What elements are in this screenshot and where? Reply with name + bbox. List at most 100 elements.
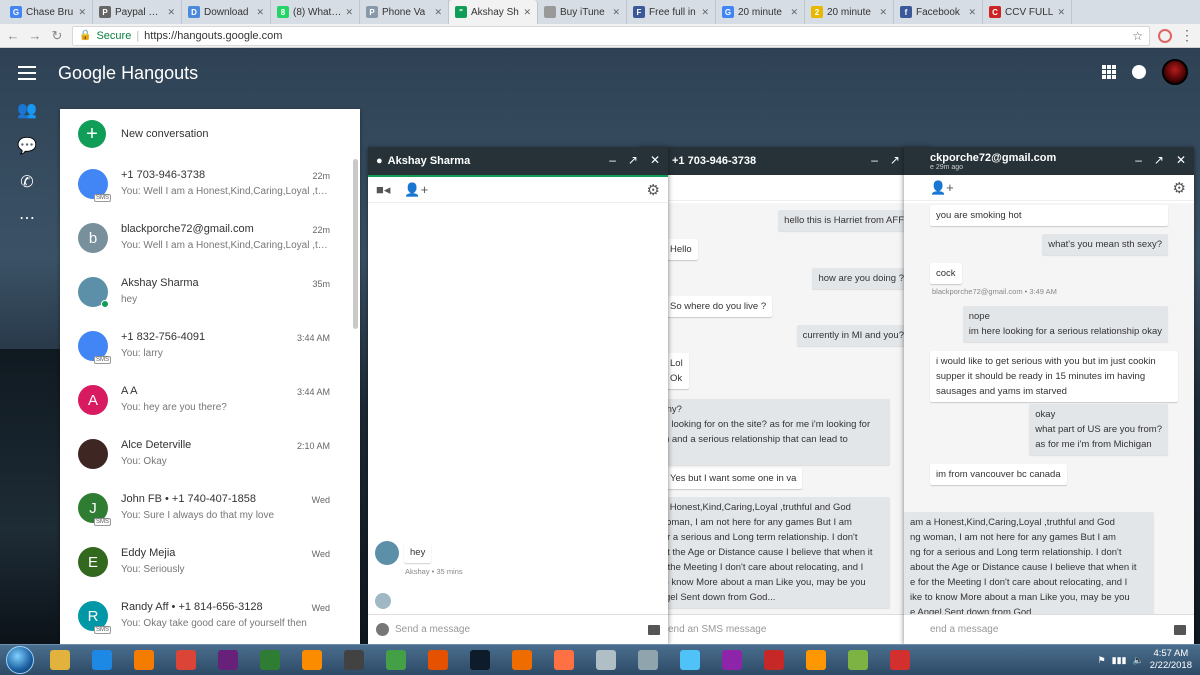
image-icon[interactable]	[1174, 624, 1186, 635]
message-line: e for the Meeting I don't care about rel…	[646, 562, 864, 573]
taskbar-ball-icon[interactable]	[376, 646, 416, 675]
tab-close-icon[interactable]: ✕	[701, 7, 709, 18]
main-menu-icon[interactable]	[18, 66, 36, 80]
tab-close-icon[interactable]: ✕	[523, 7, 531, 18]
start-button[interactable]	[6, 646, 34, 674]
minimize-icon[interactable]: –	[871, 153, 878, 167]
browser-tab[interactable]: G Chase Bru ✕	[4, 0, 93, 24]
tab-close-icon[interactable]: ✕	[256, 7, 264, 18]
back-icon[interactable]: ←	[6, 28, 20, 43]
contacts-icon[interactable]: 👥	[17, 101, 37, 119]
popout-icon[interactable]: ↗	[628, 153, 638, 167]
taskbar-media-icon[interactable]	[124, 646, 164, 675]
extension-icon[interactable]	[1158, 28, 1172, 43]
flag-icon[interactable]: ⚑	[1098, 655, 1106, 666]
browser-tab[interactable]: P Paypal Bru ✕	[93, 0, 182, 24]
notifications-icon[interactable]	[1132, 65, 1146, 79]
taskbar-calc-icon[interactable]	[586, 646, 626, 675]
tab-close-icon[interactable]: ✕	[612, 7, 620, 18]
browser-tab[interactable]: 8 (8) Whatsa ✕	[271, 0, 360, 24]
browser-tab[interactable]: C CCV FULL ✕	[983, 0, 1072, 24]
more-icon[interactable]: ⋯	[17, 209, 37, 227]
settings-gear-icon[interactable]: ⚙	[1173, 179, 1186, 197]
taskbar-rdp-icon[interactable]	[334, 646, 374, 675]
conversation-item[interactable]: Alce Deterville You: Okay 2:10 AM	[60, 429, 360, 483]
conversation-item[interactable]: Akshay Sharma hey 35m	[60, 267, 360, 321]
popout-icon[interactable]: ↗	[1154, 153, 1164, 167]
add-person-icon[interactable]: 👤+	[912, 180, 954, 196]
tab-favicon-icon: D	[188, 6, 200, 18]
conversation-item[interactable]: E Eddy Mejia You: Seriously Wed	[60, 537, 360, 591]
volume-icon[interactable]: 🔈	[1133, 655, 1144, 666]
conversation-item[interactable]: SMS +1 703-946-3738 You: Well I am a Hon…	[60, 159, 360, 213]
conversation-item[interactable]: R SMS Randy Aff • +1 814-656-3128 You: O…	[60, 591, 360, 644]
browser-menu-icon[interactable]: ⋮	[1180, 27, 1194, 44]
taskbar-opera-icon[interactable]	[880, 646, 920, 675]
chat-akshay-compose[interactable]: Send a message	[368, 614, 668, 644]
conversation-item[interactable]: J SMS John FB • +1 740-407-1858 You: Sur…	[60, 483, 360, 537]
taskbar-camera-icon[interactable]	[544, 646, 584, 675]
apps-grid-icon[interactable]	[1102, 65, 1116, 79]
new-conversation-button[interactable]: + New conversation	[60, 109, 360, 159]
chat-phone-compose[interactable]: end an SMS message	[640, 614, 930, 644]
forward-icon[interactable]: →	[28, 28, 42, 43]
taskbar-ie-icon[interactable]	[82, 646, 122, 675]
tab-close-icon[interactable]: ✕	[790, 7, 798, 18]
network-icon[interactable]: ▮▮▮	[1112, 655, 1127, 666]
browser-tab[interactable]: G 20 minute ✕	[716, 0, 805, 24]
tab-close-icon[interactable]: ✕	[78, 7, 86, 18]
tab-close-icon[interactable]: ✕	[879, 7, 887, 18]
message-input[interactable]: end a message	[912, 624, 998, 635]
close-icon[interactable]: ✕	[1176, 153, 1186, 167]
bookmark-star-icon[interactable]: ☆	[1132, 29, 1143, 43]
taskbar-lightroom-icon[interactable]	[460, 646, 500, 675]
tab-close-icon[interactable]: ✕	[434, 7, 442, 18]
emoji-icon[interactable]	[376, 623, 389, 636]
browser-tab[interactable]: f Facebook ✕	[894, 0, 983, 24]
taskbar-xampp-icon[interactable]	[292, 646, 332, 675]
message-input[interactable]: Send a message	[395, 624, 470, 635]
minimize-icon[interactable]: –	[609, 153, 616, 167]
taskbar-vs-icon[interactable]	[208, 646, 248, 675]
tab-close-icon[interactable]: ✕	[1057, 7, 1065, 18]
browser-tab[interactable]: 2 20 minute ✕	[805, 0, 894, 24]
minimize-icon[interactable]: –	[1135, 153, 1142, 167]
message-bubble: hey	[404, 542, 432, 563]
settings-gear-icon[interactable]: ⚙	[647, 181, 660, 199]
url-field[interactable]: 🔒 Secure | https://hangouts.google.com ☆	[72, 25, 1150, 46]
taskbar-pe-icon[interactable]	[250, 646, 290, 675]
taskbar-files-icon[interactable]	[670, 646, 710, 675]
account-avatar[interactable]	[1162, 59, 1188, 85]
popout-icon[interactable]: ↗	[890, 153, 900, 167]
clock[interactable]: 4:57 AM 2/22/2018	[1150, 648, 1192, 672]
image-icon[interactable]	[648, 624, 660, 635]
messages-icon[interactable]: 💬	[17, 137, 37, 155]
taskbar-pictures-icon[interactable]	[838, 646, 878, 675]
browser-tab[interactable]: " Akshay Sh ✕	[449, 0, 538, 24]
taskbar-firefox-icon[interactable]	[418, 646, 458, 675]
browser-tab[interactable]: D Download ✕	[182, 0, 271, 24]
taskbar-app1-icon[interactable]	[502, 646, 542, 675]
browser-tab[interactable]: Buy iTune ✕	[538, 0, 627, 24]
add-person-icon[interactable]: 👤+	[404, 182, 428, 198]
reload-icon[interactable]: ↻	[50, 28, 64, 44]
tab-close-icon[interactable]: ✕	[167, 7, 175, 18]
browser-tab[interactable]: P Phone Va ✕	[360, 0, 449, 24]
tab-close-icon[interactable]: ✕	[968, 7, 976, 18]
phone-icon[interactable]: ✆	[17, 173, 37, 191]
taskbar-explorer-icon[interactable]	[40, 646, 80, 675]
video-call-icon[interactable]: ■◂	[376, 182, 390, 198]
list-scrollbar[interactable]	[353, 159, 358, 329]
chat-email-compose[interactable]: end a message	[904, 614, 1194, 644]
taskbar-chrome-icon[interactable]	[166, 646, 206, 675]
tab-close-icon[interactable]: ✕	[345, 7, 353, 18]
taskbar-dx-icon[interactable]	[754, 646, 794, 675]
conversation-item[interactable]: SMS +1 832-756-4091 You: larry 3:44 AM	[60, 321, 360, 375]
close-icon[interactable]: ✕	[650, 153, 660, 167]
taskbar-winrar-icon[interactable]	[712, 646, 752, 675]
conversation-item[interactable]: b blackporche72@gmail.com You: Well I am…	[60, 213, 360, 267]
conversation-item[interactable]: A A A You: hey are you there? 3:44 AM	[60, 375, 360, 429]
browser-tab[interactable]: F Free full in ✕	[627, 0, 716, 24]
taskbar-vlc-icon[interactable]	[796, 646, 836, 675]
taskbar-window-icon[interactable]	[628, 646, 668, 675]
